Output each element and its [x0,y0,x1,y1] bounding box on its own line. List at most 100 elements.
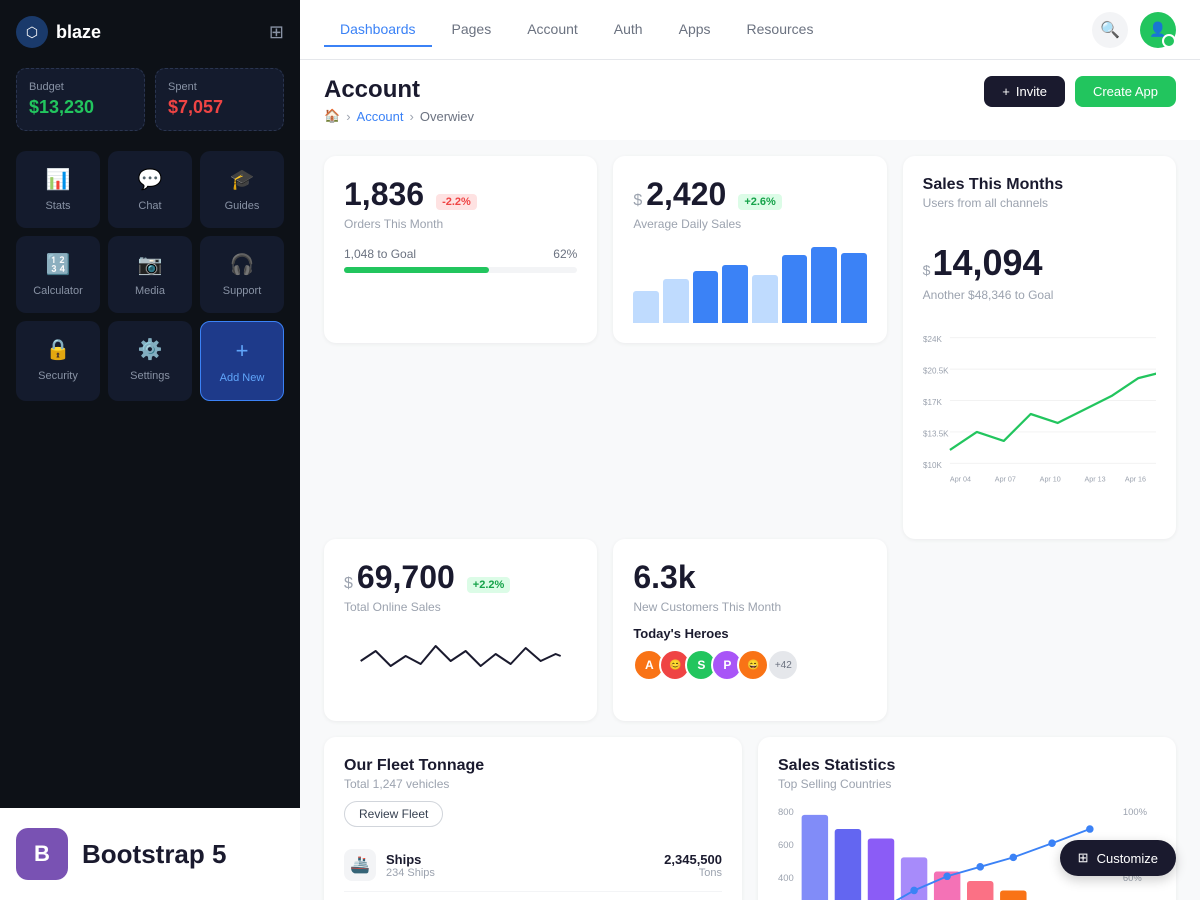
fleet-row-trucks: 🚛 Trucks 1,460 Trucks 457,200 Tons [344,892,722,900]
sidebar-item-calculator[interactable]: 🔢 Calculator [16,236,100,313]
sales-month-goal: Another $48,346 to Goal [923,288,1156,302]
plus-icon: + [1002,84,1010,99]
svg-text:Apr 04: Apr 04 [950,475,971,483]
ships-unit: Tons [664,867,722,879]
online-sales-value: 69,700 [357,559,455,596]
heroes-title: Today's Heroes [633,626,866,641]
settings-icon: ⚙️ [138,337,163,362]
sidebar-item-add-new[interactable]: + Add New [200,321,284,401]
daily-sales-label: Average Daily Sales [633,217,866,231]
breadcrumb-page: Overwiev [420,109,474,124]
logo-text: blaze [56,22,101,43]
bar-8 [841,253,867,323]
tab-auth[interactable]: Auth [598,13,659,47]
stats-icon: 📊 [46,167,71,192]
bar-1 [633,291,659,323]
fleet-title: Our Fleet Tonnage [344,757,722,775]
tab-apps[interactable]: Apps [663,13,727,47]
invite-button[interactable]: + Invite [984,76,1065,107]
heroes-avatars: A 😊 S P 😄 +42 [633,649,866,681]
progress-bar-fill [344,267,489,273]
tab-dashboards[interactable]: Dashboards [324,13,432,47]
bar-7 [811,247,837,323]
ships-count: 234 Ships [386,867,654,879]
media-icon: 📷 [138,252,163,277]
chat-icon: 💬 [138,167,163,192]
svg-text:Apr 10: Apr 10 [1039,475,1060,483]
svg-text:600: 600 [778,840,794,851]
sales-month-title: Sales This Months [923,176,1156,194]
sidebar-header: ⬡ blaze ⊞ [16,16,284,48]
sidebar-item-label: Add New [220,372,265,384]
ships-name: Ships [386,852,654,867]
progress-goal-label: 1,048 to Goal [344,247,416,261]
svg-text:Apr 16: Apr 16 [1125,475,1146,483]
page-actions: + Invite Create App [984,76,1176,107]
spent-label: Spent [168,81,271,93]
review-fleet-button[interactable]: Review Fleet [344,801,443,827]
breadcrumb-sep: › [346,109,350,124]
bar-6 [782,255,808,323]
sidebar-item-media[interactable]: 📷 Media [108,236,192,313]
logo-area: ⬡ blaze [16,16,101,48]
ships-icon: 🚢 [344,849,376,881]
new-customers-label: New Customers This Month [633,600,866,614]
breadcrumb-account[interactable]: Account [357,109,404,124]
sidebar-item-chat[interactable]: 💬 Chat [108,151,192,228]
user-avatar[interactable]: 👤 [1140,12,1176,48]
svg-text:$10K: $10K [923,461,942,470]
support-icon: 🎧 [230,252,255,277]
svg-text:$24K: $24K [923,335,942,344]
spent-value: $7,057 [168,97,271,118]
fleet-card: Our Fleet Tonnage Total 1,247 vehicles R… [324,737,742,900]
progress-bar-bg [344,267,577,273]
online-sales-label: Total Online Sales [344,600,577,614]
orders-badge: -2.2% [436,194,477,210]
customize-button[interactable]: ⊞ Customize [1060,840,1176,876]
tab-pages[interactable]: Pages [436,13,508,47]
orders-value: 1,836 [344,176,424,213]
online-sales-badge: +2.2% [467,577,511,593]
search-button[interactable]: 🔍 [1092,12,1128,48]
sidebar-item-support[interactable]: 🎧 Support [200,236,284,313]
svg-text:Apr 13: Apr 13 [1084,475,1105,483]
sidebar-item-label: Chat [138,200,161,212]
sidebar-item-label: Settings [130,370,170,382]
svg-text:Apr 07: Apr 07 [994,475,1015,483]
page-header: Account 🏠 › Account › Overwiev + Invite … [300,60,1200,140]
sidebar-item-settings[interactable]: ⚙️ Settings [108,321,192,401]
menu-icon[interactable]: ⊞ [269,22,284,43]
svg-text:$17K: $17K [923,398,942,407]
daily-sales-value: 2,420 [646,176,726,213]
sales-stats-title: Sales Statistics [778,757,1156,775]
daily-sales-prefix: $ [633,192,642,210]
tab-resources[interactable]: Resources [731,13,830,47]
fleet-table: 🚢 Ships 234 Ships 2,345,500 Tons 🚛 [344,839,722,900]
orders-label: Orders This Month [344,217,577,231]
orders-progress: 1,048 to Goal 62% [344,247,577,273]
heroes-section: Today's Heroes A 😊 S P 😄 +42 [633,626,866,681]
daily-sales-card: $ 2,420 +2.6% Average Daily Sales [613,156,886,343]
sales-month-value: 14,094 [932,242,1042,284]
stats-grid: 1,836 -2.2% Orders This Month 1,048 to G… [324,156,1176,539]
fleet-sub: Total 1,247 vehicles [344,777,722,791]
sidebar-item-guides[interactable]: 🎓 Guides [200,151,284,228]
sidebar-item-label: Media [135,285,165,297]
budget-cards: Budget $13,230 Spent $7,057 [16,68,284,131]
hero-count: +42 [767,649,799,681]
svg-text:800: 800 [778,807,794,818]
tab-account[interactable]: Account [511,13,594,47]
sidebar-item-security[interactable]: 🔒 Security [16,321,100,401]
sidebar: ⬡ blaze ⊞ Budget $13,230 Spent $7,057 📊 … [0,0,300,900]
create-app-button[interactable]: Create App [1075,76,1176,107]
bootstrap-text: Bootstrap 5 [82,839,226,870]
sidebar-item-stats[interactable]: 📊 Stats [16,151,100,228]
calculator-icon: 🔢 [46,252,71,277]
svg-text:400: 400 [778,873,794,884]
bar-3 [693,271,719,323]
sidebar-item-label: Stats [45,200,70,212]
budget-value: $13,230 [29,97,132,118]
progress-pct: 62% [553,247,577,261]
bar-2 [663,279,689,323]
breadcrumb-home[interactable]: 🏠 [324,108,340,124]
